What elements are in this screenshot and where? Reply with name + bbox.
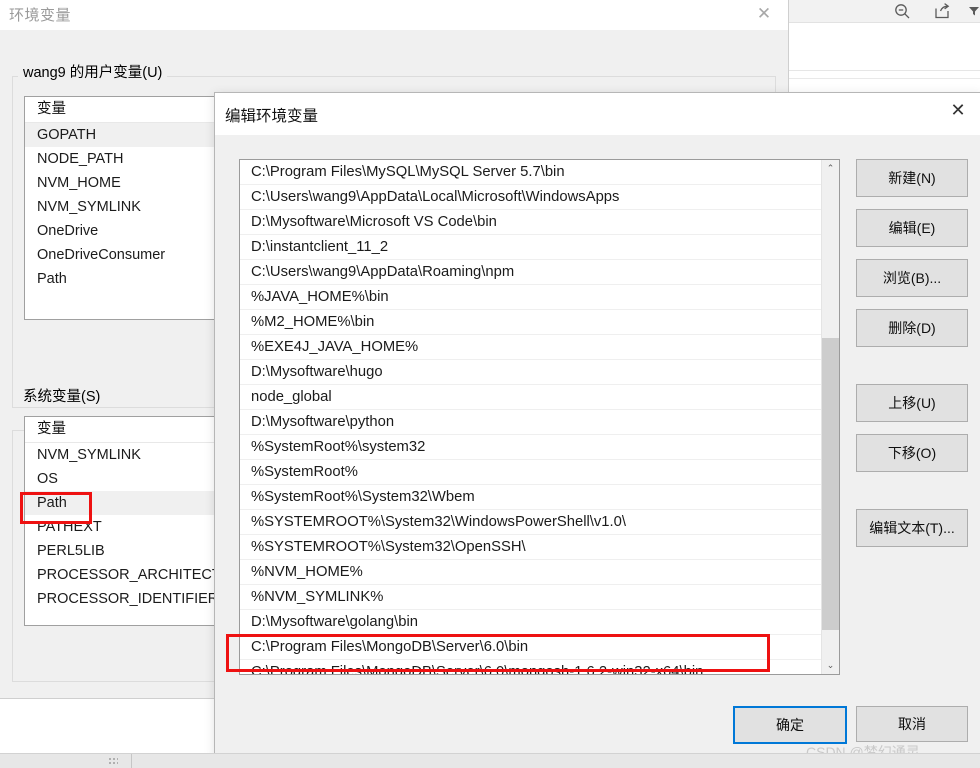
edit-dialog-titlebar: 编辑环境变量 ✕ xyxy=(215,93,980,136)
edit-text-button[interactable]: 编辑文本(T)... xyxy=(856,509,968,547)
close-icon[interactable]: ✕ xyxy=(935,93,980,127)
delete-button[interactable]: 删除(D) xyxy=(856,309,968,347)
path-entry-row[interactable]: %NVM_HOME% xyxy=(240,560,826,585)
path-entry-row[interactable]: D:\instantclient_11_2 xyxy=(240,235,826,260)
user-variables-legend: wang9 的用户变量(U) xyxy=(18,61,168,82)
zoom-out-icon[interactable] xyxy=(893,2,911,25)
path-entry-row[interactable]: C:\Program Files\MongoDB\Server\6.0\bin xyxy=(240,635,826,660)
path-entries-rows: C:\Program Files\MySQL\MySQL Server 5.7\… xyxy=(240,160,826,674)
path-entries-listbox[interactable]: C:\Program Files\MySQL\MySQL Server 5.7\… xyxy=(239,159,840,675)
move-up-button[interactable]: 上移(U) xyxy=(856,384,968,422)
new-button[interactable]: 新建(N) xyxy=(856,159,968,197)
background-divider-2 xyxy=(786,78,980,79)
path-entry-row[interactable]: %M2_HOME%\bin xyxy=(240,310,826,335)
system-variables-legend: 系统变量(S) xyxy=(18,385,106,406)
edit-environment-variable-dialog: 编辑环境变量 ✕ C:\Program Files\MySQL\MySQL Se… xyxy=(214,92,980,756)
cancel-button[interactable]: 取消 xyxy=(856,706,968,742)
path-entry-row[interactable]: %EXE4J_JAVA_HOME% xyxy=(240,335,826,360)
path-entry-row[interactable]: %SYSTEMROOT%\System32\OpenSSH\ xyxy=(240,535,826,560)
edit-dialog-title: 编辑环境变量 xyxy=(225,108,319,125)
taskbar-divider xyxy=(131,754,132,768)
path-entry-row[interactable]: D:\Mysoftware\python xyxy=(240,410,826,435)
path-list-scrollbar[interactable]: ⌃ ⌄ xyxy=(821,160,839,674)
scroll-up-icon[interactable]: ⌃ xyxy=(822,160,839,177)
path-entry-row[interactable]: C:\Program Files\MySQL\MySQL Server 5.7\… xyxy=(240,160,826,185)
path-entry-row[interactable]: D:\Mysoftware\Microsoft VS Code\bin xyxy=(240,210,826,235)
env-dialog-titlebar: 环境变量 ✕ xyxy=(0,0,788,30)
path-entry-row[interactable]: %SYSTEMROOT%\System32\WindowsPowerShell\… xyxy=(240,510,826,535)
scrollbar-thumb[interactable] xyxy=(822,338,839,630)
ok-button[interactable]: 确定 xyxy=(733,706,847,744)
move-down-button[interactable]: 下移(O) xyxy=(856,434,968,472)
background-divider-1 xyxy=(786,70,980,71)
env-dialog-title: 环境变量 xyxy=(9,7,72,24)
path-entry-row[interactable]: node_global xyxy=(240,385,826,410)
filter-icon[interactable] xyxy=(968,4,980,22)
path-entry-row[interactable]: %SystemRoot%\system32 xyxy=(240,435,826,460)
path-entry-row-mongosh[interactable]: C:\Program Files\MongoDB\Server\6.0\mong… xyxy=(240,660,826,674)
path-entry-row[interactable]: C:\Users\wang9\AppData\Local\Microsoft\W… xyxy=(240,185,826,210)
path-entry-row[interactable]: %SystemRoot% xyxy=(240,460,826,485)
path-entry-row[interactable]: %SystemRoot%\System32\Wbem xyxy=(240,485,826,510)
scroll-down-icon[interactable]: ⌄ xyxy=(822,657,839,674)
path-entry-row[interactable]: D:\Mysoftware\hugo xyxy=(240,360,826,385)
path-entry-row[interactable]: %NVM_SYMLINK% xyxy=(240,585,826,610)
share-icon[interactable] xyxy=(933,2,951,25)
taskbar xyxy=(0,753,980,768)
taskbar-grip-icon xyxy=(108,757,118,765)
edit-button[interactable]: 编辑(E) xyxy=(856,209,968,247)
path-entry-row[interactable]: C:\Users\wang9\AppData\Roaming\npm xyxy=(240,260,826,285)
path-entry-row[interactable]: D:\Mysoftware\golang\bin xyxy=(240,610,826,635)
screen: 环境变量 ✕ wang9 的用户变量(U) 变量 GOPATH NODE_PAT… xyxy=(0,0,980,768)
close-icon[interactable]: ✕ xyxy=(740,0,788,28)
browse-button[interactable]: 浏览(B)... xyxy=(856,259,968,297)
path-entry-row[interactable]: %JAVA_HOME%\bin xyxy=(240,285,826,310)
